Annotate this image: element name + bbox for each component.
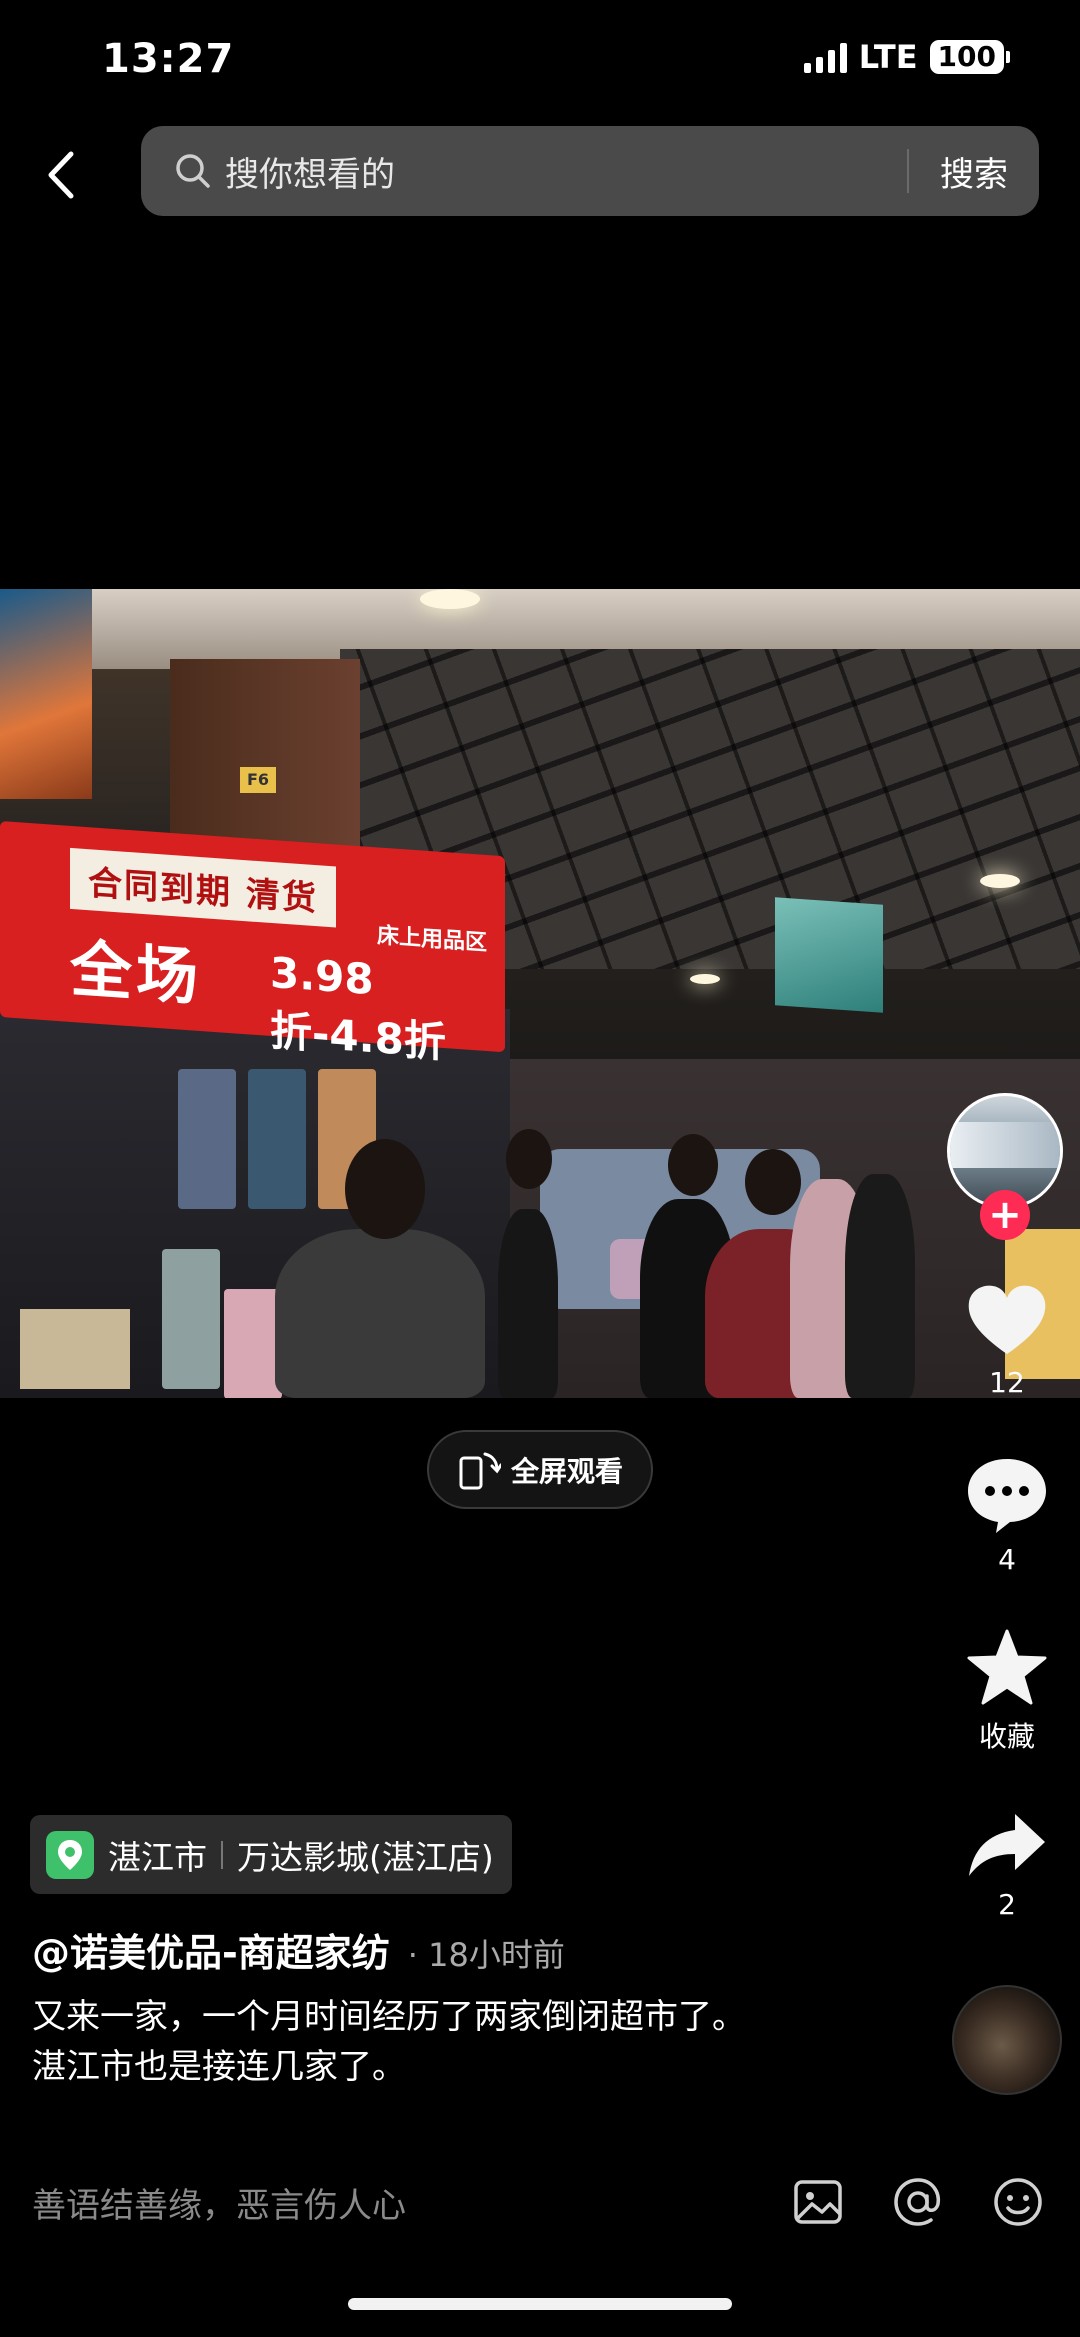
- image-button[interactable]: [790, 2174, 846, 2230]
- sign-line3: 3.98折-4.8折: [270, 947, 446, 1068]
- location-divider: [221, 1840, 223, 1869]
- fullscreen-label: 全屏观看: [510, 1454, 623, 1488]
- music-disc-avatar[interactable]: [952, 1985, 1062, 2095]
- location-city: 湛江市: [108, 1837, 207, 1877]
- fullscreen-icon: [459, 1452, 501, 1489]
- location-place: 万达影城(湛江店): [237, 1837, 494, 1877]
- author-line: @诺美优品-商超家纺 · 18小时前: [32, 1922, 565, 1977]
- comment-count: 4: [998, 1543, 1016, 1576]
- video-sale-sign: 合同到期 清货 全场 3.98折-4.8折 床上用品区: [0, 821, 505, 1067]
- heart-icon: [968, 1285, 1046, 1354]
- post-time: · 18小时前: [407, 1936, 565, 1974]
- comment-input[interactable]: 善语结善缘，恶言伤人心: [32, 2178, 406, 2227]
- star-icon: [967, 1629, 1047, 1705]
- back-icon: [48, 151, 74, 199]
- favorite-label: 收藏: [978, 1720, 1035, 1753]
- sign-line2: 全场: [70, 931, 203, 1015]
- network-type: LTE: [858, 38, 918, 76]
- emoji-icon: [994, 2178, 1042, 2226]
- post-caption: 又来一家，一个月时间经历了两家倒闭超市了。 湛江市也是接连几家了。: [32, 1992, 872, 2092]
- signal-icon: [803, 41, 847, 73]
- search-icon: [176, 154, 210, 188]
- sign-line1: 合同到期 清货: [70, 847, 336, 928]
- back-button[interactable]: [30, 140, 90, 210]
- search-bar[interactable]: 搜你想看的 搜索: [141, 126, 1039, 216]
- fullscreen-button[interactable]: 全屏观看: [427, 1430, 653, 1509]
- caption-line-1: 又来一家，一个月时间经历了两家倒闭超市了。: [32, 1997, 746, 2037]
- battery-level: 100: [929, 40, 1004, 74]
- search-input[interactable]: 搜你想看的: [225, 147, 907, 196]
- battery-icon: 100: [929, 40, 1010, 74]
- sign-area: 床上用品区: [376, 923, 487, 957]
- location-pin-icon: [46, 1830, 94, 1879]
- image-icon: [794, 2180, 842, 2224]
- share-icon: [969, 1814, 1045, 1876]
- status-indicators: LTE 100: [803, 38, 1010, 76]
- video-player[interactable]: F6 合同到期 清货 全场 3.98折-4.8折 床上用品区: [0, 589, 1080, 1398]
- like-count: 12: [989, 1366, 1025, 1399]
- like-button[interactable]: 12: [955, 1282, 1059, 1399]
- home-indicator[interactable]: [348, 2298, 732, 2310]
- emoji-button[interactable]: [990, 2174, 1046, 2230]
- favorite-button[interactable]: 收藏: [955, 1627, 1059, 1755]
- share-count: 2: [998, 1888, 1016, 1921]
- at-icon: [894, 2178, 941, 2226]
- comment-icon: [968, 1459, 1046, 1533]
- caption-line-2: 湛江市也是接连几家了。: [32, 2047, 406, 2087]
- share-button[interactable]: 2: [955, 1810, 1059, 1921]
- follow-button[interactable]: +: [980, 1190, 1030, 1240]
- comment-bar: 善语结善缘，恶言伤人心: [0, 2152, 1080, 2252]
- comment-button[interactable]: 4: [955, 1455, 1059, 1576]
- location-chip[interactable]: 湛江市 万达影城(湛江店): [30, 1815, 512, 1894]
- status-time: 13:27: [102, 36, 235, 82]
- search-button[interactable]: 搜索: [909, 147, 1039, 196]
- mention-button[interactable]: [890, 2174, 946, 2230]
- author-name[interactable]: @诺美优品-商超家纺: [32, 1922, 390, 1977]
